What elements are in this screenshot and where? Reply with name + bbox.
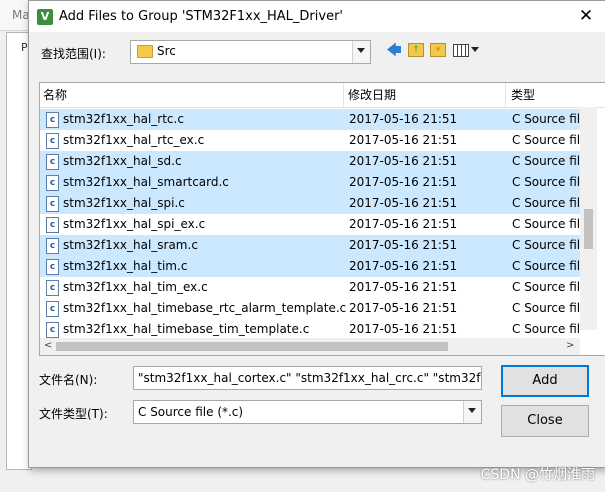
dialog-titlebar: V Add Files to Group 'STM32F1xx_HAL_Driv… xyxy=(29,1,605,32)
file-date: 2017-05-16 21:51 xyxy=(349,133,458,147)
close-button[interactable]: Close xyxy=(501,405,589,437)
file-date: 2017-05-16 21:51 xyxy=(349,112,458,126)
c-file-icon: c xyxy=(46,175,59,191)
file-name: stm32f1xx_hal_spi_ex.c xyxy=(63,217,206,231)
file-row[interactable]: c stm32f1xx_hal_smartcard.c 2017-05-16 21:… xyxy=(40,172,580,193)
scroll-right-icon[interactable]: > xyxy=(566,340,574,351)
file-name-input[interactable]: "stm32f1xx_hal_cortex.c" "stm32f1xx_hal_… xyxy=(133,366,482,390)
file-name-label: 文件名(N): xyxy=(39,373,98,387)
add-button[interactable]: Add xyxy=(501,365,589,397)
chevron-down-icon xyxy=(468,408,476,413)
file-date: 2017-05-16 21:51 xyxy=(349,196,458,210)
file-row[interactable]: c stm32f1xx_hal_sd.c 2017-05-16 21:51 C Sou… xyxy=(40,151,580,172)
file-type: C Source file xyxy=(512,322,580,336)
file-row[interactable]: c stm32f1xx_hal_timebase_tim_template.c 20… xyxy=(40,319,580,340)
column-type-label: 类型 xyxy=(511,88,536,102)
look-in-value: Src xyxy=(157,44,176,58)
file-date: 2017-05-16 21:51 xyxy=(349,301,458,315)
column-divider[interactable] xyxy=(505,83,506,107)
file-row[interactable]: c stm32f1xx_hal_tim_ex.c 2017-05-16 21:51 C… xyxy=(40,277,580,298)
file-name: stm32f1xx_hal_rtc_ex.c xyxy=(63,133,205,147)
file-date: 2017-05-16 21:51 xyxy=(349,280,458,294)
file-row[interactable]: c stm32f1xx_hal_rtc.c 2017-05-16 21:51 C So… xyxy=(40,109,580,130)
c-file-icon: c xyxy=(46,238,59,254)
add-files-dialog: V Add Files to Group 'STM32F1xx_HAL_Driv… xyxy=(28,0,605,468)
file-type: C Source file xyxy=(512,112,580,126)
file-type-dropdown-button[interactable] xyxy=(463,401,481,423)
file-date: 2017-05-16 21:51 xyxy=(349,238,458,252)
file-date: 2017-05-16 21:51 xyxy=(349,154,458,168)
close-icon[interactable]: ✕ xyxy=(576,6,596,26)
file-type: C Source file xyxy=(512,154,580,168)
file-row[interactable]: c stm32f1xx_hal_rtc_ex.c 2017-05-16 21:51 C… xyxy=(40,130,580,151)
file-type: C Source file xyxy=(512,280,580,294)
watermark: CSDN @竹烟淮雨 xyxy=(480,467,595,483)
file-name: stm32f1xx_hal_rtc.c xyxy=(63,112,184,126)
file-name: stm32f1xx_hal_spi.c xyxy=(63,196,185,210)
column-date-header[interactable]: 修改日期 xyxy=(345,83,498,107)
dialog-title: Add Files to Group 'STM32F1xx_HAL_Driver… xyxy=(59,9,344,24)
c-file-icon: c xyxy=(46,301,59,317)
file-date: 2017-05-16 21:51 xyxy=(349,322,458,336)
file-type: C Source file xyxy=(512,238,580,252)
column-name-label: 名称 xyxy=(43,88,68,102)
c-file-icon: c xyxy=(46,196,59,212)
look-in-label: 查找范围(I): xyxy=(41,47,106,61)
file-type: C Source file xyxy=(512,259,580,273)
column-header: 名称 ^ 修改日期 类型 xyxy=(40,83,605,108)
up-folder-icon[interactable]: ↑ xyxy=(408,43,424,57)
c-file-icon: c xyxy=(46,154,59,170)
view-menu-chevron-icon[interactable] xyxy=(471,47,479,52)
look-in-dropdown[interactable]: Src xyxy=(130,40,371,64)
look-in-dropdown-button[interactable] xyxy=(352,41,370,63)
c-file-icon: c xyxy=(46,322,59,338)
file-row[interactable]: c stm32f1xx_hal_sram.c 2017-05-16 21:51 C S… xyxy=(40,235,580,256)
app-logo-icon: V xyxy=(37,9,53,25)
file-type: C Source file xyxy=(512,217,580,231)
scroll-left-icon[interactable]: < xyxy=(44,340,52,351)
c-file-icon: c xyxy=(46,217,59,233)
file-type: C Source file xyxy=(512,301,580,315)
back-icon[interactable]: 🡄 xyxy=(385,41,403,59)
c-file-icon: c xyxy=(46,133,59,149)
c-file-icon: c xyxy=(46,259,59,275)
new-folder-icon[interactable]: ✶ xyxy=(430,43,446,57)
file-name: stm32f1xx_hal_smartcard.c xyxy=(63,175,229,189)
file-date: 2017-05-16 21:51 xyxy=(349,175,458,189)
file-row[interactable]: c stm32f1xx_hal_tim.c 2017-05-16 21:51 C So… xyxy=(40,256,580,277)
column-divider[interactable] xyxy=(343,83,344,107)
file-name: stm32f1xx_hal_timebase_rtc_alarm_templat… xyxy=(63,301,347,315)
chevron-down-icon xyxy=(357,48,365,53)
file-list[interactable]: 名称 ^ 修改日期 类型 c stm32f1xx_hal_rtc.c 2017-05… xyxy=(39,82,605,356)
column-type-header[interactable]: 类型 xyxy=(508,83,581,107)
file-date: 2017-05-16 21:51 xyxy=(349,217,458,231)
file-type-select[interactable]: C Source file (*.c) xyxy=(133,400,482,424)
file-row[interactable]: c stm32f1xx_hal_timebase_rtc_alarm_templa… xyxy=(40,298,580,319)
file-type: C Source file xyxy=(512,175,580,189)
file-name: stm32f1xx_hal_tim.c xyxy=(63,259,188,273)
sort-caret-icon: ^ xyxy=(187,82,195,90)
horizontal-scrollbar[interactable]: < > xyxy=(40,338,580,355)
view-menu-icon[interactable] xyxy=(453,44,469,57)
vertical-scroll-thumb[interactable] xyxy=(584,209,593,249)
file-date: 2017-05-16 21:51 xyxy=(349,259,458,273)
c-file-icon: c xyxy=(46,112,59,128)
file-name: stm32f1xx_hal_timebase_tim_template.c xyxy=(63,322,310,336)
file-name: stm32f1xx_hal_sram.c xyxy=(63,238,198,252)
file-name: stm32f1xx_hal_sd.c xyxy=(63,154,182,168)
file-name: stm32f1xx_hal_tim_ex.c xyxy=(63,280,208,294)
file-type-label: 文件类型(T): xyxy=(39,407,108,421)
column-date-label: 修改日期 xyxy=(348,88,397,102)
c-file-icon: c xyxy=(46,280,59,296)
file-row[interactable]: c stm32f1xx_hal_spi_ex.c 2017-05-16 21:51 C… xyxy=(40,214,580,235)
file-type: C Source file xyxy=(512,133,580,147)
file-row[interactable]: c stm32f1xx_hal_spi.c 2017-05-16 21:51 C So… xyxy=(40,193,580,214)
folder-icon xyxy=(137,45,153,58)
vertical-scrollbar[interactable] xyxy=(580,107,597,330)
file-type: C Source file xyxy=(512,196,580,210)
file-type-value: C Source file (*.c) xyxy=(138,405,244,419)
horizontal-scroll-thumb[interactable] xyxy=(56,342,448,351)
